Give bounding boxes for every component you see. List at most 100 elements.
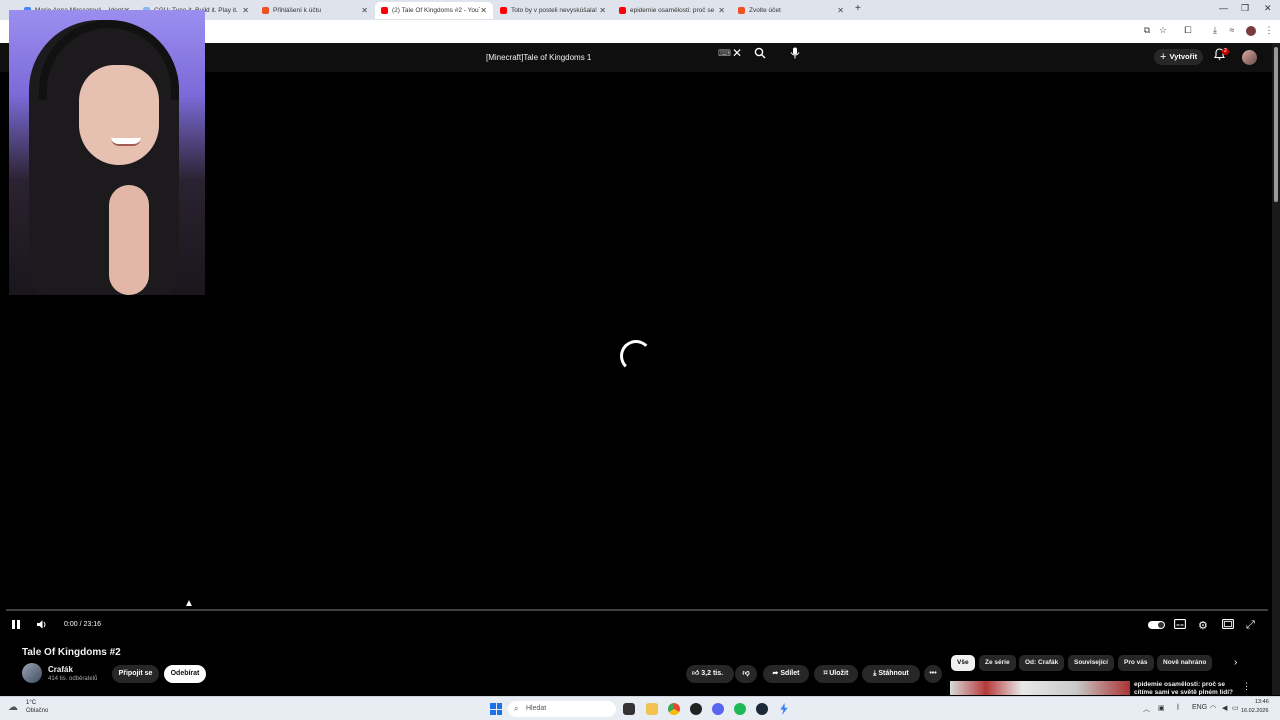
battery-icon[interactable]: ▭ bbox=[1232, 704, 1239, 712]
tab-title: Toto by v posteli nevyskúšala! bbox=[511, 7, 597, 14]
keyboard-icon[interactable]: ⌨ bbox=[718, 48, 731, 59]
webcam-overlay bbox=[9, 10, 205, 295]
loading-spinner-icon bbox=[620, 340, 652, 372]
microsoft-icon bbox=[262, 7, 269, 14]
tray-bluetooth-icon[interactable]: ᛒ bbox=[1176, 704, 1180, 711]
close-icon[interactable]: ✕ bbox=[599, 6, 606, 15]
profile-avatar[interactable] bbox=[1246, 26, 1256, 36]
tray-app-icon[interactable]: ▣ bbox=[1158, 704, 1165, 712]
save-label: Uložit bbox=[829, 670, 849, 677]
chip-all[interactable]: Vše bbox=[951, 655, 975, 671]
tab-title: Zvolte účet bbox=[749, 7, 781, 14]
browser-tab[interactable]: epidemie osamělosti: proč se ✕ bbox=[613, 2, 731, 19]
search-icon[interactable] bbox=[754, 47, 766, 62]
channel-name[interactable]: Crafák bbox=[48, 665, 73, 674]
taskbar-search[interactable]: ⌕ Hledat bbox=[508, 701, 616, 717]
thumbs-up-icon: 👍︎ bbox=[692, 670, 700, 677]
extensions-icon[interactable]: ⧠ bbox=[1182, 25, 1194, 36]
channel-avatar[interactable] bbox=[22, 663, 42, 683]
more-vert-icon[interactable]: ⋮ bbox=[1242, 681, 1251, 692]
more-actions-button[interactable]: ••• bbox=[924, 665, 942, 683]
close-icon[interactable]: ✕ bbox=[718, 6, 725, 15]
notification-badge: 2 bbox=[1222, 48, 1229, 55]
window-close-icon[interactable]: ✕ bbox=[1264, 3, 1272, 14]
tray-chevron-up-icon[interactable]: ︿ bbox=[1143, 704, 1150, 714]
browser-tab[interactable]: Toto by v posteli nevyskúšala! ✕ bbox=[494, 2, 612, 19]
webcam-face bbox=[79, 65, 159, 165]
subscribe-button[interactable]: Odebírat bbox=[164, 665, 206, 683]
dislike-button[interactable]: 👎︎ bbox=[735, 665, 757, 683]
search-icon: ⌕ bbox=[514, 704, 519, 713]
subscriber-count: 414 tis. odběratelů bbox=[48, 676, 98, 682]
close-icon[interactable]: ✕ bbox=[480, 6, 487, 15]
bookmark-star-icon[interactable]: ☆ bbox=[1157, 25, 1169, 36]
obs-icon[interactable] bbox=[690, 703, 702, 715]
close-icon[interactable]: ✕ bbox=[242, 6, 249, 15]
chip-recently-uploaded[interactable]: Nově nahráno bbox=[1157, 655, 1213, 671]
close-icon[interactable]: ✕ bbox=[361, 6, 368, 15]
browser-tab-active[interactable]: (2) Tale Of Kingdoms #2 - YouT ✕ bbox=[375, 2, 493, 19]
weather-description[interactable]: Oblačno bbox=[26, 708, 48, 714]
video-progress-bar[interactable] bbox=[6, 609, 1268, 611]
wifi-icon[interactable]: ◠ bbox=[1210, 704, 1216, 712]
chip-from-channel[interactable]: Od: Crafák bbox=[1019, 655, 1065, 671]
taskbar-clock-date[interactable]: 16.02.2026 bbox=[1241, 708, 1269, 714]
like-button[interactable]: 👍︎ 3,2 tis. bbox=[686, 665, 734, 683]
browser-tab[interactable]: Přihlášení k účtu ✕ bbox=[256, 2, 374, 19]
chevron-right-icon[interactable]: › bbox=[1234, 657, 1237, 668]
thumbs-down-icon: 👎︎ bbox=[742, 670, 750, 677]
chrome-icon[interactable] bbox=[668, 703, 680, 715]
video-title: Tale Of Kingdoms #2 bbox=[22, 647, 121, 658]
cast-icon[interactable]: ⧉ bbox=[1141, 25, 1153, 36]
share-button[interactable]: ➦ Sdílet bbox=[763, 665, 809, 683]
settings-gear-icon[interactable]: ⚙ bbox=[1198, 619, 1208, 632]
microphone-icon[interactable] bbox=[790, 47, 800, 62]
performance-icon[interactable]: ≈ bbox=[1226, 25, 1238, 35]
language-indicator[interactable]: ENG bbox=[1192, 704, 1207, 711]
browser-tab[interactable]: Zvolte účet ✕ bbox=[732, 2, 850, 19]
download-label: Stáhnout bbox=[878, 670, 909, 677]
youtube-icon bbox=[381, 7, 388, 14]
taskbar-clock-time[interactable]: 13:46 bbox=[1255, 699, 1269, 705]
close-icon[interactable]: ✕ bbox=[837, 6, 844, 15]
recommendation-title[interactable]: epidemie osamělosti: proč se cítíme sami… bbox=[1134, 681, 1234, 695]
restore-icon[interactable]: ❐ bbox=[1241, 3, 1249, 14]
tab-title: epidemie osamělosti: proč se bbox=[630, 7, 715, 14]
tab-title: (2) Tale Of Kingdoms #2 - YouT bbox=[392, 7, 480, 14]
theater-mode-icon[interactable] bbox=[1222, 619, 1234, 632]
download-icon[interactable]: ⤓ bbox=[1209, 25, 1221, 36]
pause-icon[interactable] bbox=[11, 619, 21, 633]
user-avatar[interactable] bbox=[1242, 50, 1257, 65]
create-button[interactable]: + Vytvořit bbox=[1154, 49, 1204, 65]
search-input[interactable]: [Minecraft]Tale of Kingdoms 1 bbox=[480, 49, 746, 66]
file-explorer-icon[interactable] bbox=[646, 703, 658, 715]
task-view-icon[interactable] bbox=[623, 703, 635, 715]
minimize-icon[interactable]: — bbox=[1219, 3, 1228, 13]
windows-taskbar: ☁ 1°C Oblačno ⌕ Hledat ︿ ▣ ᛒ ENG ◠ ◀ ▭ 1… bbox=[0, 696, 1280, 720]
download-button[interactable]: ⤓ Stáhnout bbox=[862, 665, 920, 683]
chip-series[interactable]: Ze série bbox=[979, 655, 1016, 671]
menu-dots-icon[interactable]: ⋮ bbox=[1263, 25, 1275, 36]
fullscreen-icon[interactable]: ⤢ bbox=[1246, 619, 1255, 632]
windows-start-icon[interactable] bbox=[490, 703, 502, 715]
save-button[interactable]: ⌑ Uložit bbox=[814, 665, 858, 683]
new-tab-button[interactable]: + bbox=[855, 3, 861, 14]
mouse-cursor-icon: ▲ bbox=[184, 598, 194, 609]
cloud-icon[interactable]: ☁ bbox=[8, 702, 18, 713]
chip-for-you[interactable]: Pro vás bbox=[1118, 655, 1154, 671]
volume-icon[interactable] bbox=[36, 619, 48, 633]
join-button[interactable]: Připojit se bbox=[112, 665, 159, 683]
steam-icon[interactable] bbox=[756, 703, 768, 715]
speaker-icon[interactable]: ◀ bbox=[1222, 704, 1227, 712]
chip-related[interactable]: Související bbox=[1068, 655, 1114, 671]
clear-search-icon[interactable]: ✕ bbox=[732, 46, 742, 60]
scrollbar-thumb[interactable] bbox=[1274, 47, 1278, 202]
autoplay-toggle[interactable] bbox=[1148, 621, 1165, 629]
spotify-icon[interactable] bbox=[734, 703, 746, 715]
messenger-icon[interactable] bbox=[712, 703, 724, 715]
webcam-hand bbox=[109, 185, 149, 295]
weather-temperature[interactable]: 1°C bbox=[26, 700, 36, 706]
recommendation-thumbnail[interactable] bbox=[950, 681, 1130, 695]
lightning-app-icon[interactable] bbox=[780, 703, 788, 715]
subtitles-icon[interactable] bbox=[1174, 619, 1186, 632]
